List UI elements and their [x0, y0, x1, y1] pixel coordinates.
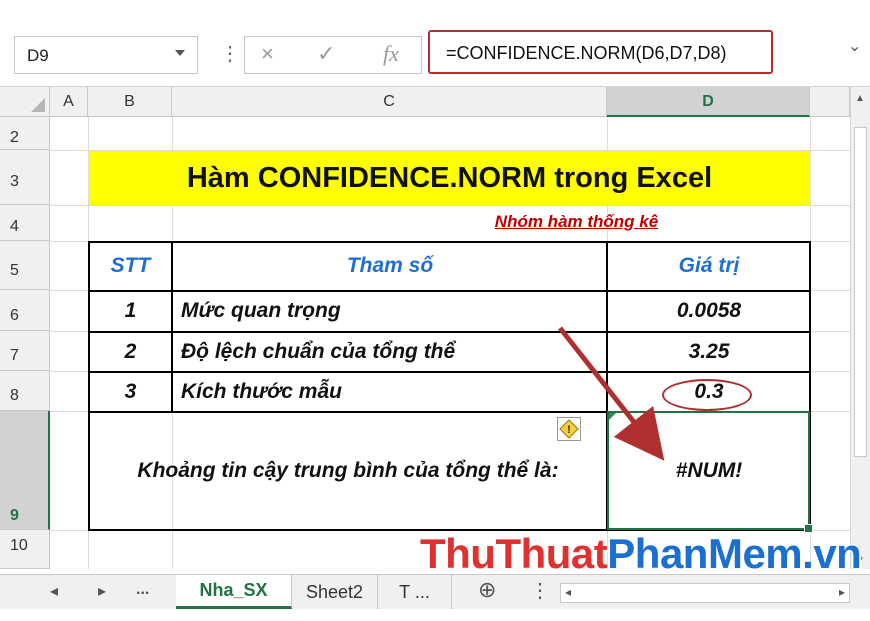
vertical-scrollbar[interactable]: ▲ ▼: [850, 87, 870, 569]
scroll-right-icon[interactable]: ▸: [839, 585, 845, 599]
tab-more-sheets[interactable]: T ...: [378, 575, 452, 609]
tab-nha-sx[interactable]: Nha_SX: [176, 575, 292, 609]
tab-prev-icon[interactable]: ◂: [50, 581, 58, 601]
tab-more-button[interactable]: ...: [136, 581, 149, 599]
scroll-thumb[interactable]: [854, 127, 867, 457]
tab-sheet2[interactable]: Sheet2: [292, 575, 378, 609]
scroll-left-icon[interactable]: ◂: [565, 585, 571, 599]
sheet-tabs-bar: ◂ ▸ ... Nha_SX Sheet2 T ... ⊕ ⋮ ◂ ▸: [0, 574, 870, 609]
watermark-logo: ThuThuatPhanMem.vn: [420, 530, 862, 577]
scroll-up-icon[interactable]: ▲: [855, 93, 865, 104]
add-sheet-icon[interactable]: ⊕: [478, 577, 496, 603]
grip-dots-icon: ⋮: [530, 580, 550, 602]
tab-next-icon[interactable]: ▸: [98, 581, 106, 601]
horizontal-scrollbar[interactable]: ◂ ▸: [560, 583, 850, 603]
arrow-annotation: [558, 326, 665, 461]
